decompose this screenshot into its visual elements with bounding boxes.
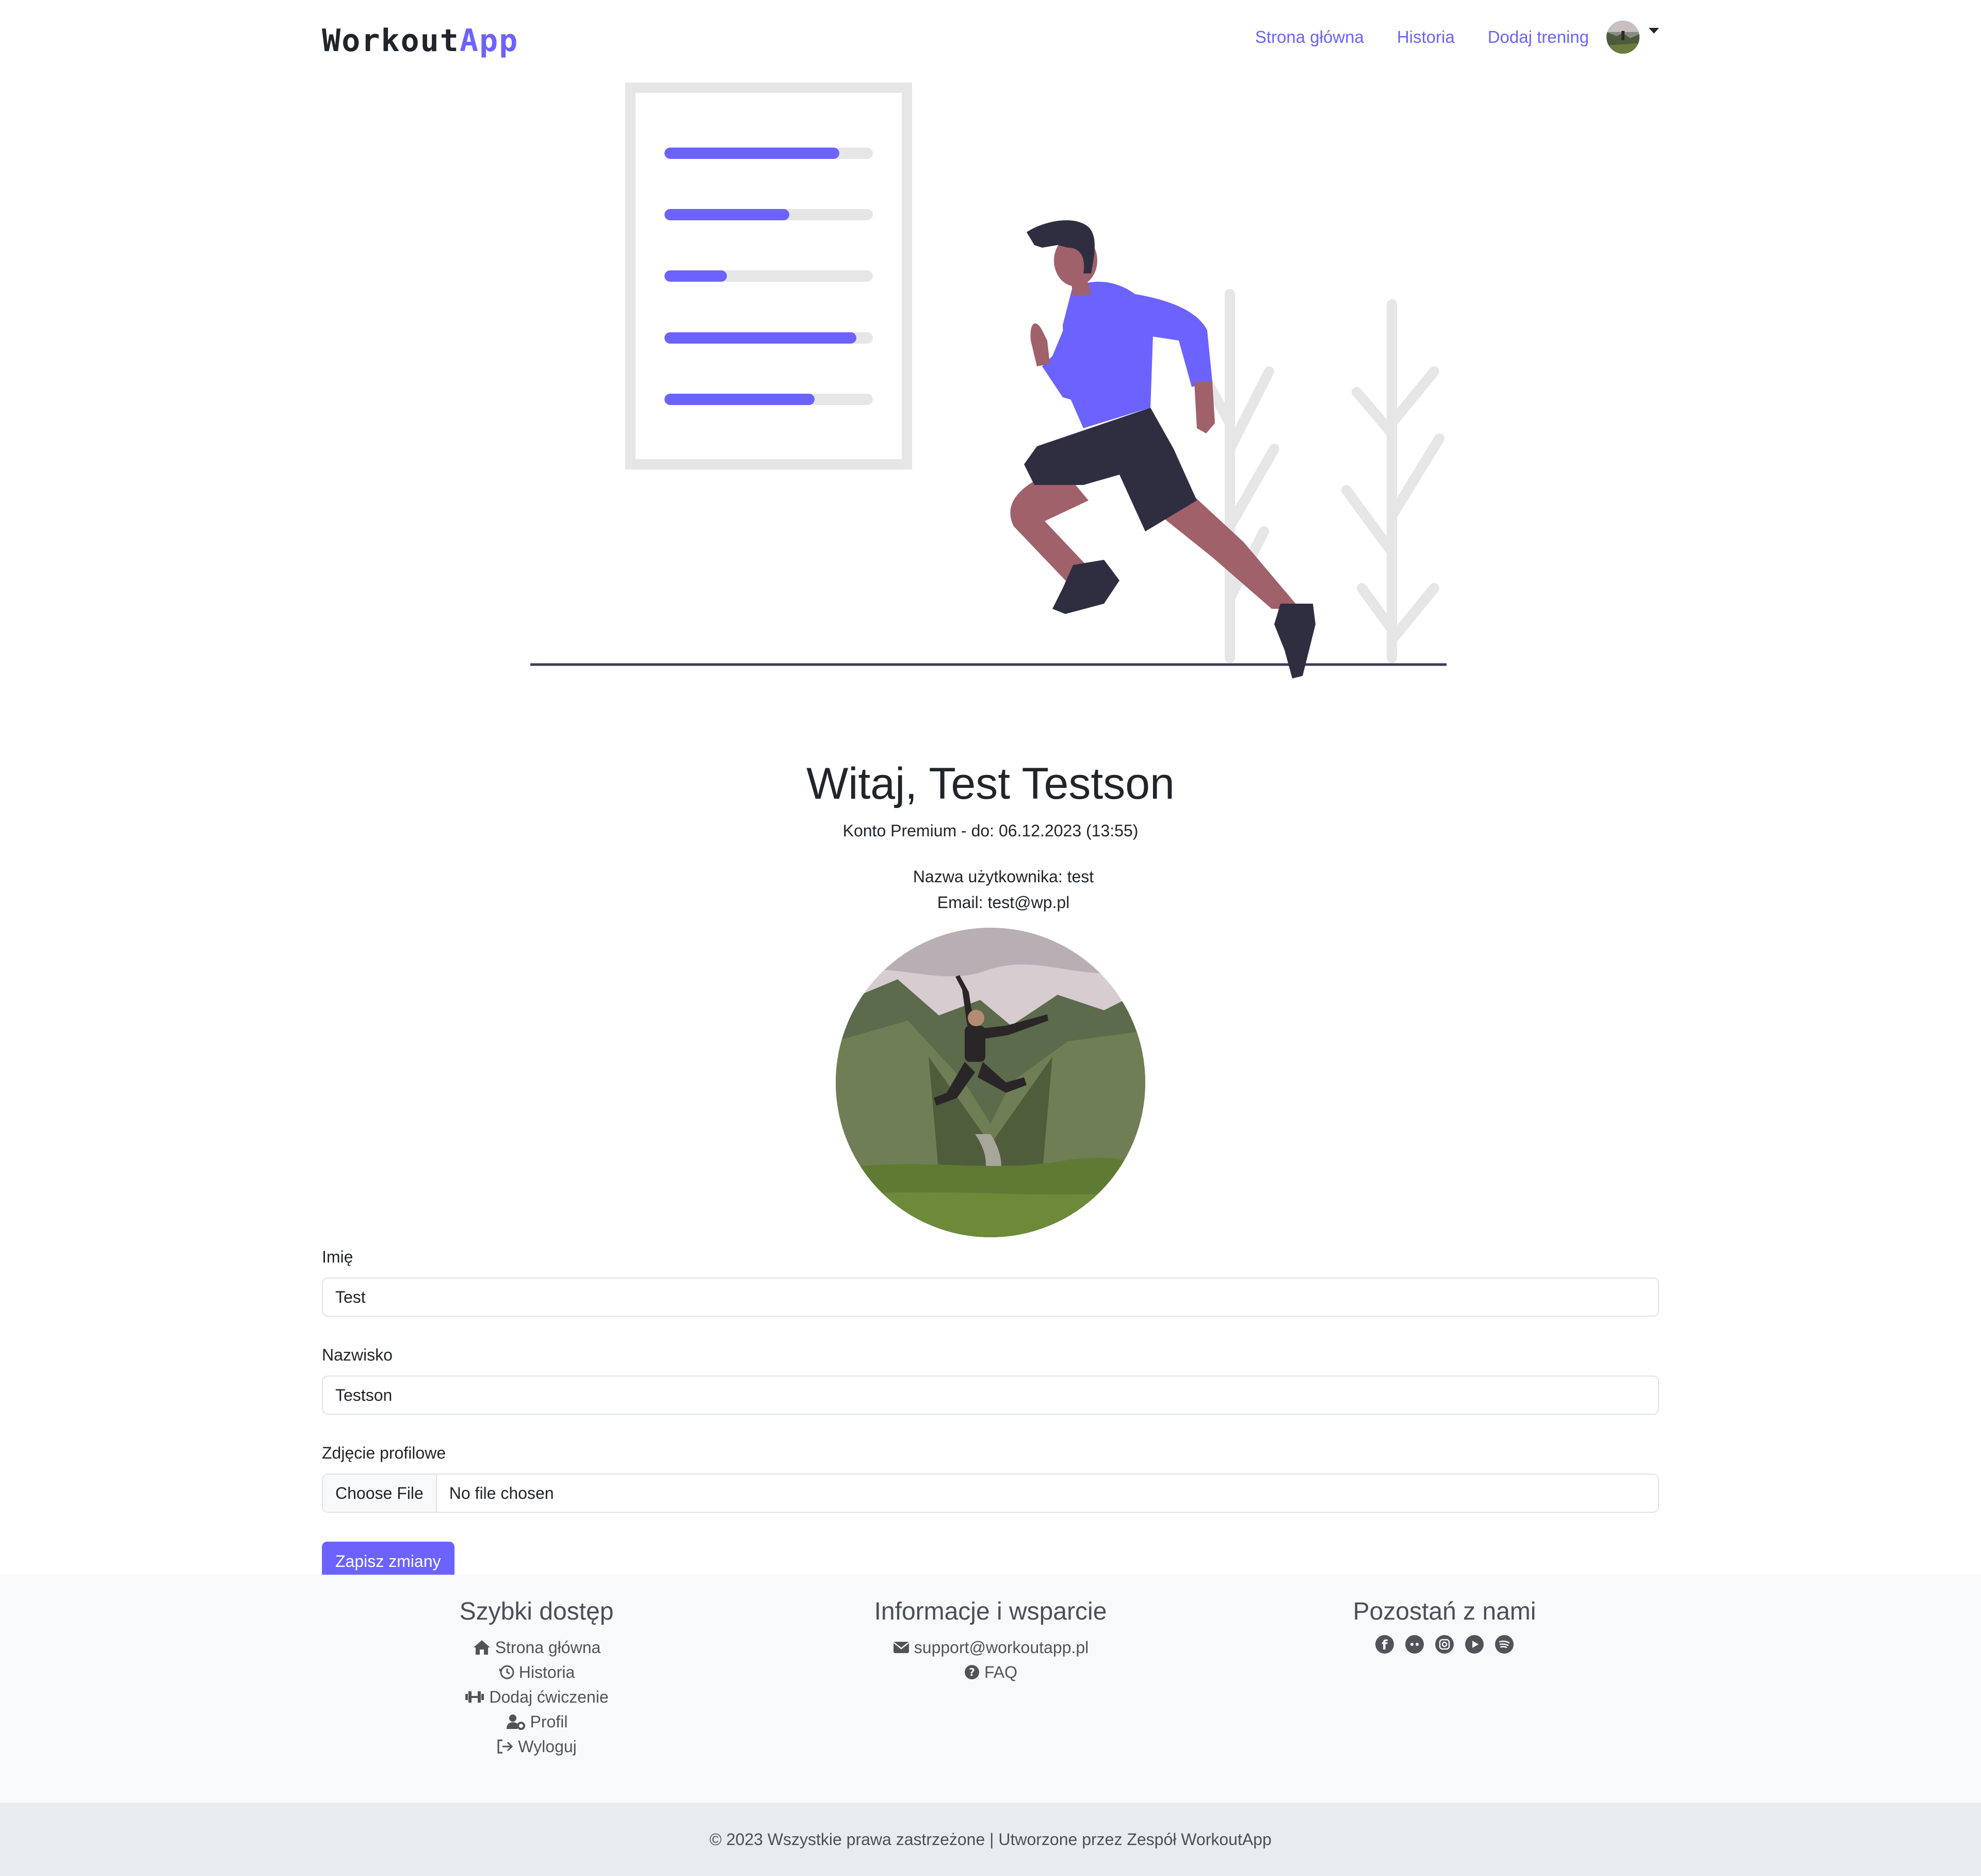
user-details: Nazwa użytkownika: test Email: test@wp.p… [0,864,1981,915]
file-status-text: No file chosen [449,1484,554,1502]
nav-link-home[interactable]: Strona główna [1255,27,1364,47]
username-text: Nazwa użytkownika: test [913,867,1094,886]
discord-icon[interactable] [1405,1635,1424,1654]
profile-photo-file-input[interactable]: Choose File No file chosen [322,1474,1659,1513]
footer-link-label: FAQ [984,1663,1017,1681]
footer-link-home[interactable]: Strona główna [304,1635,769,1660]
social-icons: f [1212,1635,1677,1654]
footer-link-logout[interactable]: Wyloguj [304,1734,769,1759]
app-logo[interactable]: WorkoutApp [322,23,518,59]
footer-info-support: Informacje i wsparcie support@workoutapp… [758,1597,1223,1685]
nav-links: Strona główna Historia Dodaj trening [1222,15,1659,59]
last-name-label: Nazwisko [322,1346,393,1364]
instagram-icon[interactable] [1435,1635,1454,1654]
logo-text-app: App [459,23,519,59]
nav-link-add-workout[interactable]: Dodaj trening [1488,27,1589,47]
user-gear-icon [506,1715,525,1730]
profile-photo-label: Zdjęcie profilowe [322,1444,446,1462]
footer-link-support-email[interactable]: support@workoutapp.pl [758,1635,1223,1660]
footer-link-profile[interactable]: Profil [304,1709,769,1734]
last-name-field[interactable]: Testson [322,1376,1659,1415]
dumbbell-icon [465,1691,484,1703]
profile-form: Imię Test Nazwisko Testson Zdjęcie profi… [322,1238,1659,1581]
home-icon [473,1640,490,1655]
svg-text:f: f [1382,1638,1388,1653]
chevron-down-icon[interactable] [1649,27,1659,34]
first-name-field[interactable]: Test [322,1277,1659,1317]
footer-link-faq[interactable]: ? FAQ [758,1660,1223,1685]
footer-link-label: Dodaj ćwiczenie [489,1688,609,1706]
spotify-icon[interactable] [1495,1635,1514,1654]
footer-link-label: Historia [518,1663,575,1681]
footer-link-label: Strona główna [495,1638,601,1657]
profile-photo [836,928,1145,1237]
facebook-icon[interactable]: f [1375,1635,1394,1654]
footer-quick-title: Szybki dostęp [459,1598,614,1625]
footer-info-title: Informacje i wsparcie [874,1598,1107,1625]
footer-quick-access: Szybki dostęp Strona główna Historia Dod… [304,1597,769,1759]
avatar[interactable] [1606,21,1639,54]
footer-link-label: support@workoutapp.pl [914,1638,1089,1657]
envelope-icon [893,1642,909,1653]
footer-link-label: Profil [530,1712,568,1731]
premium-status: Konto Premium - do: 06.12.2023 (13:55) [842,821,1139,840]
logo-text-workout: Workout [322,23,460,59]
first-name-label: Imię [322,1248,353,1266]
hero-illustration [526,77,1455,686]
logout-icon [497,1739,513,1754]
copyright: © 2023 Wszystkie prawa zastrzeżone | Utw… [0,1803,1981,1876]
navbar: WorkoutApp Strona główna Historia Dodaj … [322,15,1659,59]
nav-link-history[interactable]: Historia [1397,27,1455,47]
youtube-icon[interactable] [1465,1635,1484,1654]
page-title: Witaj, Test Testson [806,759,1175,808]
footer-link-label: Wyloguj [518,1737,577,1756]
footer-link-history[interactable]: Historia [304,1660,769,1685]
footer: Szybki dostęp Strona główna Historia Dod… [0,1575,1981,1803]
footer-link-add-exercise[interactable]: Dodaj ćwiczenie [304,1685,769,1709]
email-text: Email: test@wp.pl [937,893,1070,912]
svg-text:?: ? [969,1666,975,1678]
footer-social-title: Pozostań z nami [1353,1598,1536,1625]
question-icon: ? [964,1665,979,1679]
footer-social: Pozostań z nami f [1212,1597,1677,1654]
choose-file-button[interactable]: Choose File [323,1475,437,1512]
history-icon [499,1665,514,1679]
